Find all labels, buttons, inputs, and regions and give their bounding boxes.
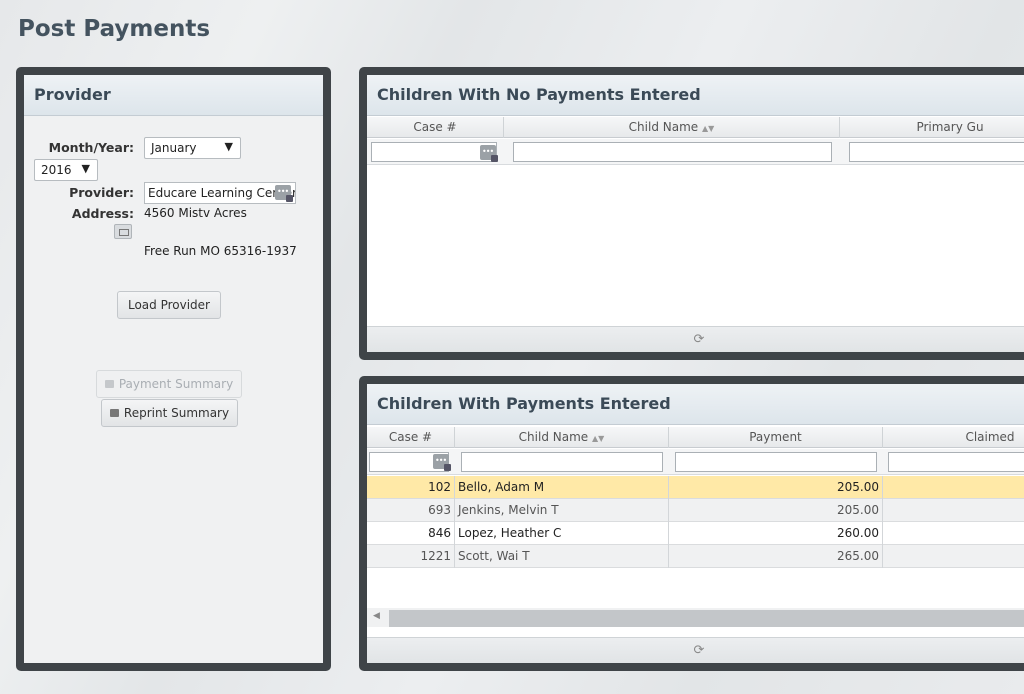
address-icon[interactable] (114, 224, 132, 239)
cell-case: 102 (367, 476, 455, 499)
col-primary-guardian[interactable]: Primary Gu (840, 117, 1024, 138)
cell-claimed (883, 499, 1024, 522)
child-name-filter-input[interactable] (461, 452, 663, 472)
page-title: Post Payments (18, 16, 211, 42)
col-claimed[interactable]: Claimed (883, 427, 1024, 448)
provider-panel-title: Provider (24, 75, 323, 116)
horizontal-scrollbar[interactable]: ◀ (367, 608, 1024, 627)
sort-icon: ▲▼ (702, 124, 715, 133)
scrollbar-thumb[interactable] (389, 610, 1024, 627)
no-payments-panel: Children With No Payments Entered Case #… (359, 67, 1024, 360)
payments-panel: Children With Payments Entered Case # Ch… (359, 376, 1024, 671)
claimed-filter-input[interactable] (888, 452, 1024, 472)
no-payments-title: Children With No Payments Entered (367, 75, 1024, 116)
provider-panel: Provider Month/Year: January ▼ 2016 ▼ Pr… (16, 67, 331, 671)
month-year-label: Month/Year: (48, 140, 134, 155)
lookup-icon[interactable]: ••• (275, 185, 293, 202)
cell-claimed (883, 522, 1024, 545)
cell-case: 693 (367, 499, 455, 522)
year-select[interactable]: 2016 ▼ (34, 159, 98, 181)
payment-summary-label: Payment Summary (118, 377, 234, 391)
provider-field[interactable]: Educare Learning Center (144, 182, 296, 204)
provider-value: Educare Learning Center (148, 186, 296, 200)
sort-icon: ▲▼ (592, 434, 605, 443)
payment-summary-button[interactable]: Payment Summary (96, 370, 242, 398)
guardian-filter-input[interactable] (849, 142, 1024, 162)
case-filter-input[interactable] (371, 142, 497, 162)
cell-payment: 260.00 (669, 522, 883, 545)
year-value: 2016 (41, 163, 72, 177)
load-provider-button[interactable]: Load Provider (117, 291, 221, 319)
cell-name: Scott, Wai T (455, 545, 669, 568)
payment-filter-input[interactable] (675, 452, 877, 472)
cell-name: Jenkins, Melvin T (455, 499, 669, 522)
cell-payment: 205.00 (669, 476, 883, 499)
refresh-icon[interactable]: ⟳ (694, 643, 705, 658)
col-case[interactable]: Case # (367, 117, 504, 138)
cell-claimed (883, 476, 1024, 499)
payments-filter-row: ••• (367, 449, 1024, 475)
cell-payment: 265.00 (669, 545, 883, 568)
payments-footer: ⟳ (367, 637, 1024, 663)
provider-label: Provider: (69, 185, 134, 200)
cell-case: 1221 (367, 545, 455, 568)
table-row[interactable]: 102 Bello, Adam M 205.00 (367, 476, 1024, 499)
month-select[interactable]: January ▼ (144, 137, 241, 159)
cell-case: 846 (367, 522, 455, 545)
address-label: Address: (71, 206, 134, 221)
col-payment[interactable]: Payment (669, 427, 883, 448)
no-payments-grid-header: Case # Child Name ▲▼ Primary Gu (367, 117, 1024, 138)
month-value: January (151, 141, 197, 155)
refresh-icon[interactable]: ⟳ (694, 332, 705, 347)
reprint-summary-button[interactable]: Reprint Summary (101, 399, 238, 427)
no-payments-footer: ⟳ (367, 326, 1024, 352)
address-line-2: Free Run MO 65316-1937 (144, 244, 297, 258)
cell-claimed (883, 545, 1024, 568)
payments-title: Children With Payments Entered (367, 384, 1024, 425)
address-line-1: 4560 Mistv Acres (144, 206, 247, 220)
child-name-filter-input[interactable] (513, 142, 832, 162)
col-child-name[interactable]: Child Name ▲▼ (504, 117, 840, 138)
lock-icon (104, 380, 114, 388)
table-row[interactable]: 693 Jenkins, Melvin T 205.00 (367, 499, 1024, 522)
filter-icon[interactable]: ••• (480, 145, 498, 162)
cell-name: Bello, Adam M (455, 476, 669, 499)
reprint-summary-label: Reprint Summary (123, 406, 230, 420)
chevron-down-icon: ▼ (81, 162, 90, 175)
lock-icon (109, 409, 119, 417)
cell-payment: 205.00 (669, 499, 883, 522)
table-row[interactable]: 1221 Scott, Wai T 265.00 (367, 545, 1024, 568)
col-child-name[interactable]: Child Name ▲▼ (455, 427, 669, 448)
payments-grid-header: Case # Child Name ▲▼ Payment Claimed (367, 427, 1024, 448)
table-row[interactable]: 846 Lopez, Heather C 260.00 (367, 522, 1024, 545)
scroll-left-icon[interactable]: ◀ (373, 611, 380, 621)
no-payments-filter-row: ••• (367, 139, 1024, 165)
chevron-down-icon: ▼ (224, 140, 233, 153)
cell-name: Lopez, Heather C (455, 522, 669, 545)
col-case[interactable]: Case # (367, 427, 455, 448)
filter-icon[interactable]: ••• (433, 454, 451, 471)
